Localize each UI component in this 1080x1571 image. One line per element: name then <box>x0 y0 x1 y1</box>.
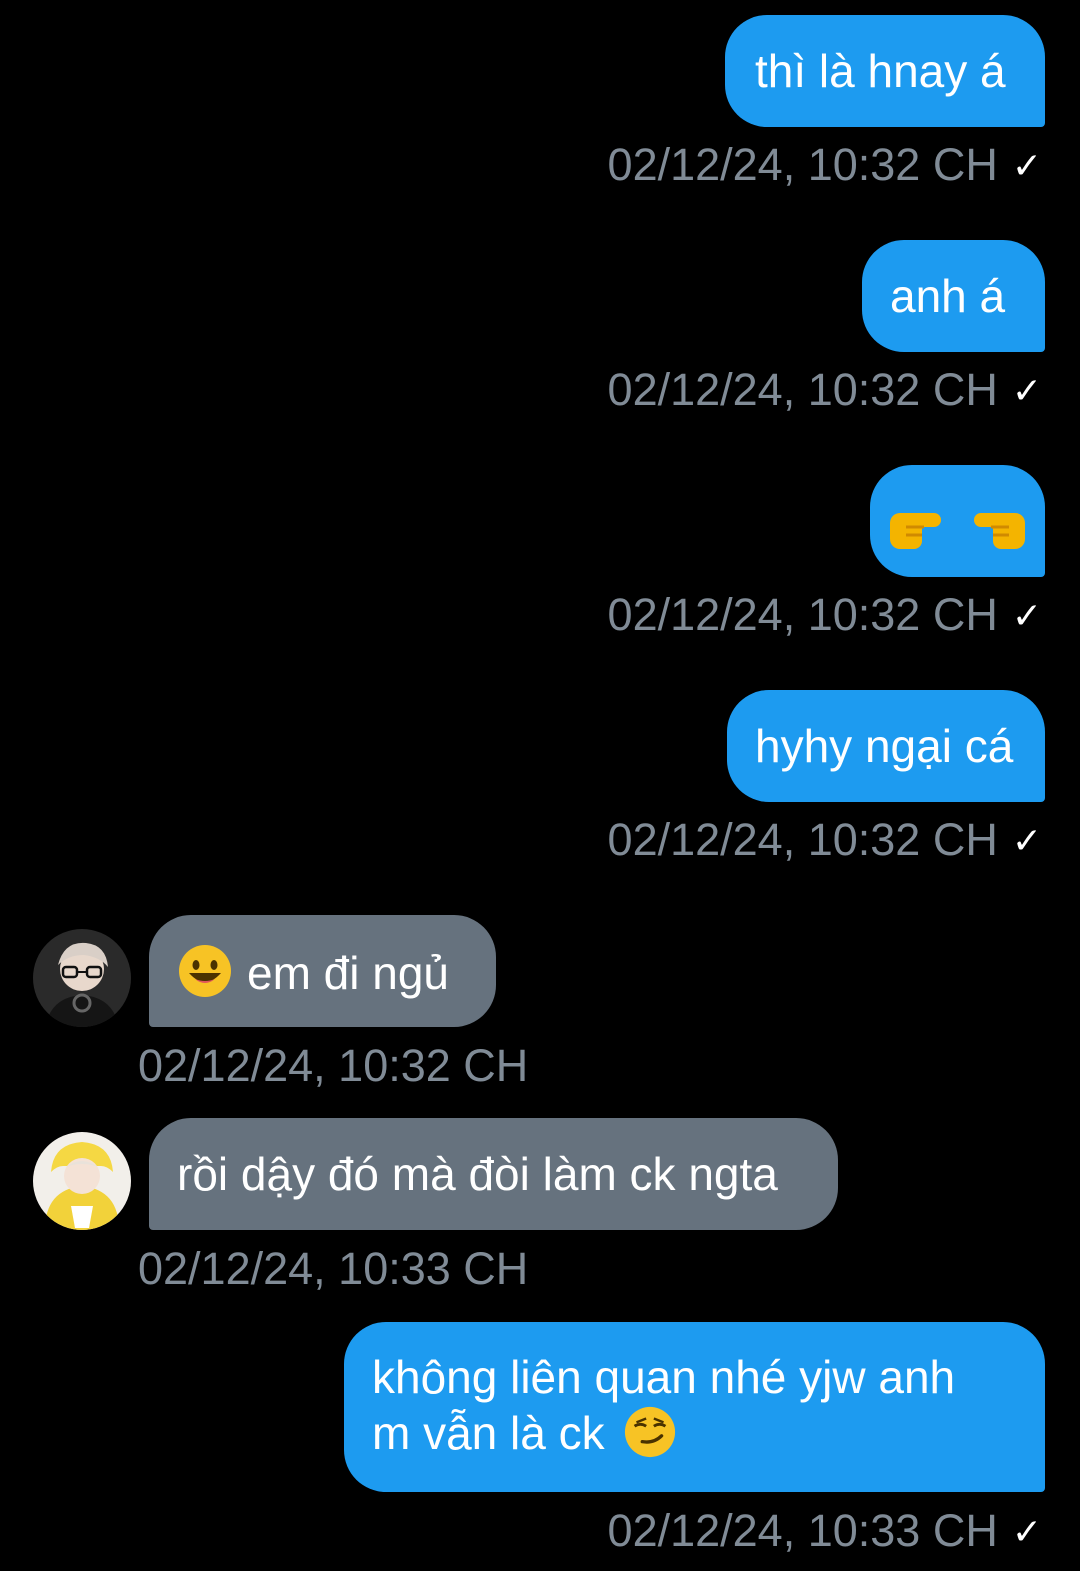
timestamp-text: 02/12/24, 10:32 CH <box>138 1040 529 1091</box>
single-check-icon: ✓ <box>1011 1511 1042 1552</box>
timestamp-text: 02/12/24, 10:32 CH <box>607 589 998 640</box>
message-text: rồi dậy đó mà đòi làm ck ngta <box>177 1148 778 1200</box>
smirking-face-emoji <box>625 1406 676 1458</box>
message-bubble-outgoing[interactable]: thì là hnay á <box>725 15 1045 127</box>
message-text-line-2: m vẫn là ck <box>372 1407 605 1459</box>
single-check-icon: ✓ <box>1011 145 1042 186</box>
grinning-face-emoji <box>179 945 231 997</box>
message-timestamp: 02/12/24, 10:32 CH ✓ <box>608 365 1042 416</box>
avatar-boy-glasses-icon <box>33 929 131 1027</box>
pointing-fingers-emoji <box>890 513 1025 549</box>
avatar[interactable] <box>33 1132 131 1230</box>
message-bubble-incoming[interactable]: rồi dậy đó mà đòi làm ck ngta <box>149 1118 838 1230</box>
message-timestamp: 02/12/24, 10:32 CH ✓ <box>608 590 1042 641</box>
message-text: hyhy ngại cá <box>755 720 1014 772</box>
message-timestamp: 02/12/24, 10:32 CH ✓ <box>608 815 1042 866</box>
message-bubble-outgoing[interactable]: không liên quan nhé yjw anh m vẫn là ck <box>344 1322 1045 1492</box>
message-timestamp: 02/12/24, 10:32 CH <box>138 1041 528 1091</box>
message-text: em đi ngủ <box>247 947 450 999</box>
single-check-icon: ✓ <box>1011 820 1042 861</box>
message-bubble-outgoing[interactable]: hyhy ngại cá <box>727 690 1045 802</box>
message-timestamp: 02/12/24, 10:33 CH ✓ <box>608 1506 1042 1557</box>
message-bubble-outgoing[interactable] <box>870 465 1045 577</box>
timestamp-text: 02/12/24, 10:32 CH <box>607 814 998 865</box>
message-bubble-outgoing[interactable]: anh á <box>862 240 1045 352</box>
timestamp-text: 02/12/24, 10:33 CH <box>607 1505 998 1556</box>
timestamp-text: 02/12/24, 10:32 CH <box>607 139 998 190</box>
message-text-line-1: không liên quan nhé yjw anh <box>372 1351 956 1403</box>
message-text: thì là hnay á <box>755 45 1006 97</box>
message-timestamp: 02/12/24, 10:32 CH ✓ <box>608 140 1042 191</box>
avatar-yellow-hood-icon <box>33 1132 131 1230</box>
avatar[interactable] <box>33 929 131 1027</box>
message-timestamp: 02/12/24, 10:33 CH <box>138 1244 528 1294</box>
message-text-line-2-wrap: m vẫn là ck <box>372 1405 677 1461</box>
timestamp-text: 02/12/24, 10:32 CH <box>607 364 998 415</box>
message-bubble-incoming[interactable]: em đi ngủ <box>149 915 496 1027</box>
message-text: anh á <box>890 270 1006 322</box>
single-check-icon: ✓ <box>1011 370 1042 411</box>
timestamp-text: 02/12/24, 10:33 CH <box>138 1243 529 1294</box>
single-check-icon: ✓ <box>1011 595 1042 636</box>
